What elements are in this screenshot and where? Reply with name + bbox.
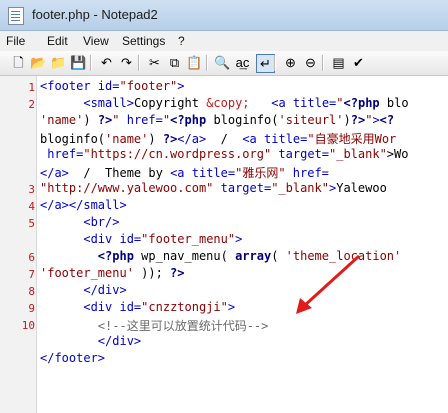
browse-icon[interactable]: 📁 bbox=[50, 54, 67, 71]
zoom-out-icon[interactable]: ⊖ bbox=[302, 54, 319, 71]
editor-area[interactable]: 1 2 3 4 5 6 7 8 9 10 <footer id="footer"> <small>… bbox=[0, 76, 448, 413]
find-icon[interactable]: 🔍 bbox=[214, 54, 231, 71]
replace-icon[interactable]: a͢c bbox=[234, 54, 251, 71]
toolbar-separator bbox=[206, 55, 208, 71]
cut-icon[interactable]: ✂ bbox=[146, 54, 163, 71]
customize-icon[interactable]: ✔ bbox=[350, 54, 367, 71]
undo-icon[interactable]: ↶ bbox=[98, 54, 115, 71]
toolbar-separator bbox=[138, 55, 140, 71]
copy-icon[interactable]: ⧉ bbox=[166, 54, 183, 71]
open-folder-icon[interactable]: 📂 bbox=[30, 54, 47, 71]
window-title: footer.php - Notepad2 bbox=[32, 7, 158, 22]
toolbar: 🗋 📂 📁 💾 ↶ ↷ ✂ ⧉ 📋 🔍 a͢c ↵ ⊕ ⊖ ▤ ✔ bbox=[0, 51, 448, 76]
paste-icon[interactable]: 📋 bbox=[186, 54, 203, 71]
toolbar-separator bbox=[90, 55, 92, 71]
menu-edit[interactable]: Edit bbox=[47, 34, 68, 48]
red-arrow-annotation bbox=[296, 254, 361, 314]
save-icon[interactable]: 💾 bbox=[70, 54, 87, 71]
menu-view[interactable]: View bbox=[83, 34, 109, 48]
toolbar-separator bbox=[274, 55, 276, 71]
menu-settings[interactable]: Settings bbox=[122, 34, 165, 48]
word-wrap-icon[interactable]: ↵ bbox=[256, 54, 275, 73]
menu-help[interactable]: ? bbox=[178, 34, 185, 48]
schemes-icon[interactable]: ▤ bbox=[330, 54, 347, 71]
toolbar-separator bbox=[322, 55, 324, 71]
new-file-icon[interactable]: 🗋 bbox=[10, 54, 27, 71]
title-bar: footer.php - Notepad2 bbox=[0, 0, 448, 31]
notepad-app-icon bbox=[8, 7, 24, 25]
redo-icon[interactable]: ↷ bbox=[118, 54, 135, 71]
zoom-in-icon[interactable]: ⊕ bbox=[282, 54, 299, 71]
menu-bar: File Edit View Settings ? bbox=[0, 31, 448, 51]
menu-file[interactable]: File bbox=[6, 34, 25, 48]
